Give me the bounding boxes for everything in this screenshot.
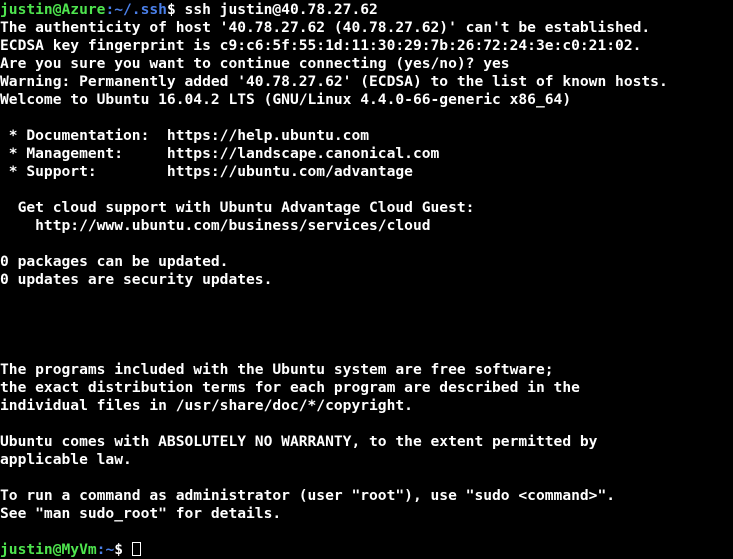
prompt-command: ssh justin@40.78.27.62 bbox=[184, 1, 378, 18]
terminal-line: Welcome to Ubuntu 16.04.2 LTS (GNU/Linux… bbox=[0, 91, 572, 108]
prompt-path: ~/.ssh bbox=[114, 1, 167, 18]
terminal-line: applicable law. bbox=[0, 451, 132, 468]
terminal-line: * Management: https://landscape.canonica… bbox=[0, 145, 440, 162]
terminal-line: The programs included with the Ubuntu sy… bbox=[0, 361, 554, 378]
terminal-line: Warning: Permanently added '40.78.27.62'… bbox=[0, 73, 668, 90]
terminal-line: ECDSA key fingerprint is c9:c6:5f:55:1d:… bbox=[0, 37, 642, 54]
terminal-line: See "man sudo_root" for details. bbox=[0, 505, 282, 522]
terminal-line: individual files in /usr/share/doc/*/cop… bbox=[0, 397, 413, 414]
terminal-line: http://www.ubuntu.com/business/services/… bbox=[0, 217, 431, 234]
terminal-line: 0 updates are security updates. bbox=[0, 271, 273, 288]
terminal-line-prompt-last[interactable]: justin@MyVm:~$ bbox=[0, 541, 733, 559]
terminal-line: the exact distribution terms for each pr… bbox=[0, 379, 580, 396]
terminal-line: Are you sure you want to continue connec… bbox=[0, 55, 510, 72]
terminal-line: Ubuntu comes with ABSOLUTELY NO WARRANTY… bbox=[0, 433, 598, 450]
terminal-line: Get cloud support with Ubuntu Advantage … bbox=[0, 199, 475, 216]
prompt-dollar: $ bbox=[166, 1, 185, 18]
text-cursor[interactable] bbox=[131, 542, 141, 556]
terminal-line: To run a command as administrator (user … bbox=[0, 487, 616, 504]
prompt-userhost: justin@Azure bbox=[0, 1, 106, 18]
terminal-window[interactable]: justin@Azure:~/.ssh$ ssh justin@40.78.27… bbox=[0, 0, 733, 558]
terminal-screen[interactable]: justin@Azure:~/.ssh$ ssh justin@40.78.27… bbox=[0, 1, 733, 559]
terminal-line: 0 packages can be updated. bbox=[0, 253, 229, 270]
terminal-output: The authenticity of host '40.78.27.62 (4… bbox=[0, 19, 733, 541]
prompt-colon: : bbox=[105, 1, 115, 18]
terminal-line: * Support: https://ubuntu.com/advantage bbox=[0, 163, 413, 180]
terminal-line: The authenticity of host '40.78.27.62 (4… bbox=[0, 19, 651, 36]
terminal-line: * Documentation: https://help.ubuntu.com bbox=[0, 127, 370, 144]
terminal-line-prompt-first: justin@Azure:~/.ssh$ ssh justin@40.78.27… bbox=[0, 1, 733, 19]
